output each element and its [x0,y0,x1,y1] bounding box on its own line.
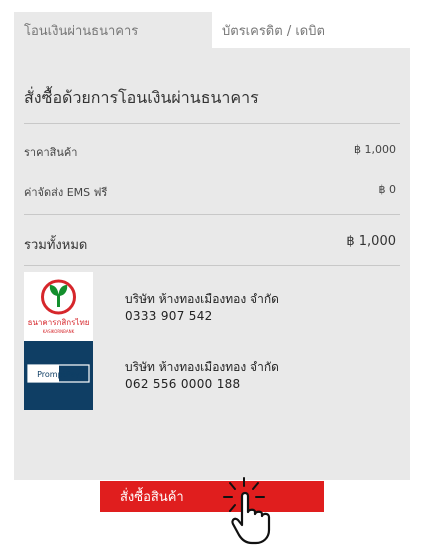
divider [24,265,400,266]
kbank-logo-text: ธนาคารกสิกรไทย [28,318,90,327]
promptpay-logo: PromptPay [24,341,93,410]
panel-title: สั่งซื้อด้วยการโอนเงินผ่านธนาคาร [24,88,259,107]
price-value: ฿ 1,000 [354,143,396,156]
account-number: 0333 907 542 [125,309,213,323]
hand-pointer-icon [223,477,271,545]
kbank-logo: ธนาคารกสิกรไทย KASIKORNBANK [24,272,93,341]
tab-credit-debit[interactable]: บัตรเครดิต / เดบิต [212,12,410,48]
payment-tabs: โอนเงินผ่านธนาคาร บัตรเครดิต / เดบิต [14,12,410,48]
shipping-value: ฿ 0 [378,183,397,196]
promptpay-logo-icon: PromptPay [27,364,90,383]
bank-transfer-panel: สั่งซื้อด้วยการโอนเงินผ่านธนาคาร ราคาสิน… [14,48,410,480]
tab-bank-transfer[interactable]: โอนเงินผ่านธนาคาร [14,12,212,48]
price-label: ราคาสินค้า [24,146,78,159]
divider [24,123,400,124]
kbank-logo-subtext: KASIKORNBANK [43,329,75,334]
shipping-label: ค่าจัดส่ง EMS ฟรี [24,186,108,199]
account-name: บริษัท ห้างทองเมืองทอง จำกัด [125,292,279,306]
divider [24,214,400,215]
promptpay-logo-text: PromptPay [37,370,80,379]
account-number: 062 556 0000 188 [125,377,241,391]
kbank-logo-icon: ธนาคารกสิกรไทย KASIKORNBANK [28,279,90,334]
total-label: รวมทั้งหมด [24,238,88,253]
account-name: บริษัท ห้างทองเมืองทอง จำกัด [125,360,279,374]
total-value: ฿ 1,000 [346,234,396,249]
